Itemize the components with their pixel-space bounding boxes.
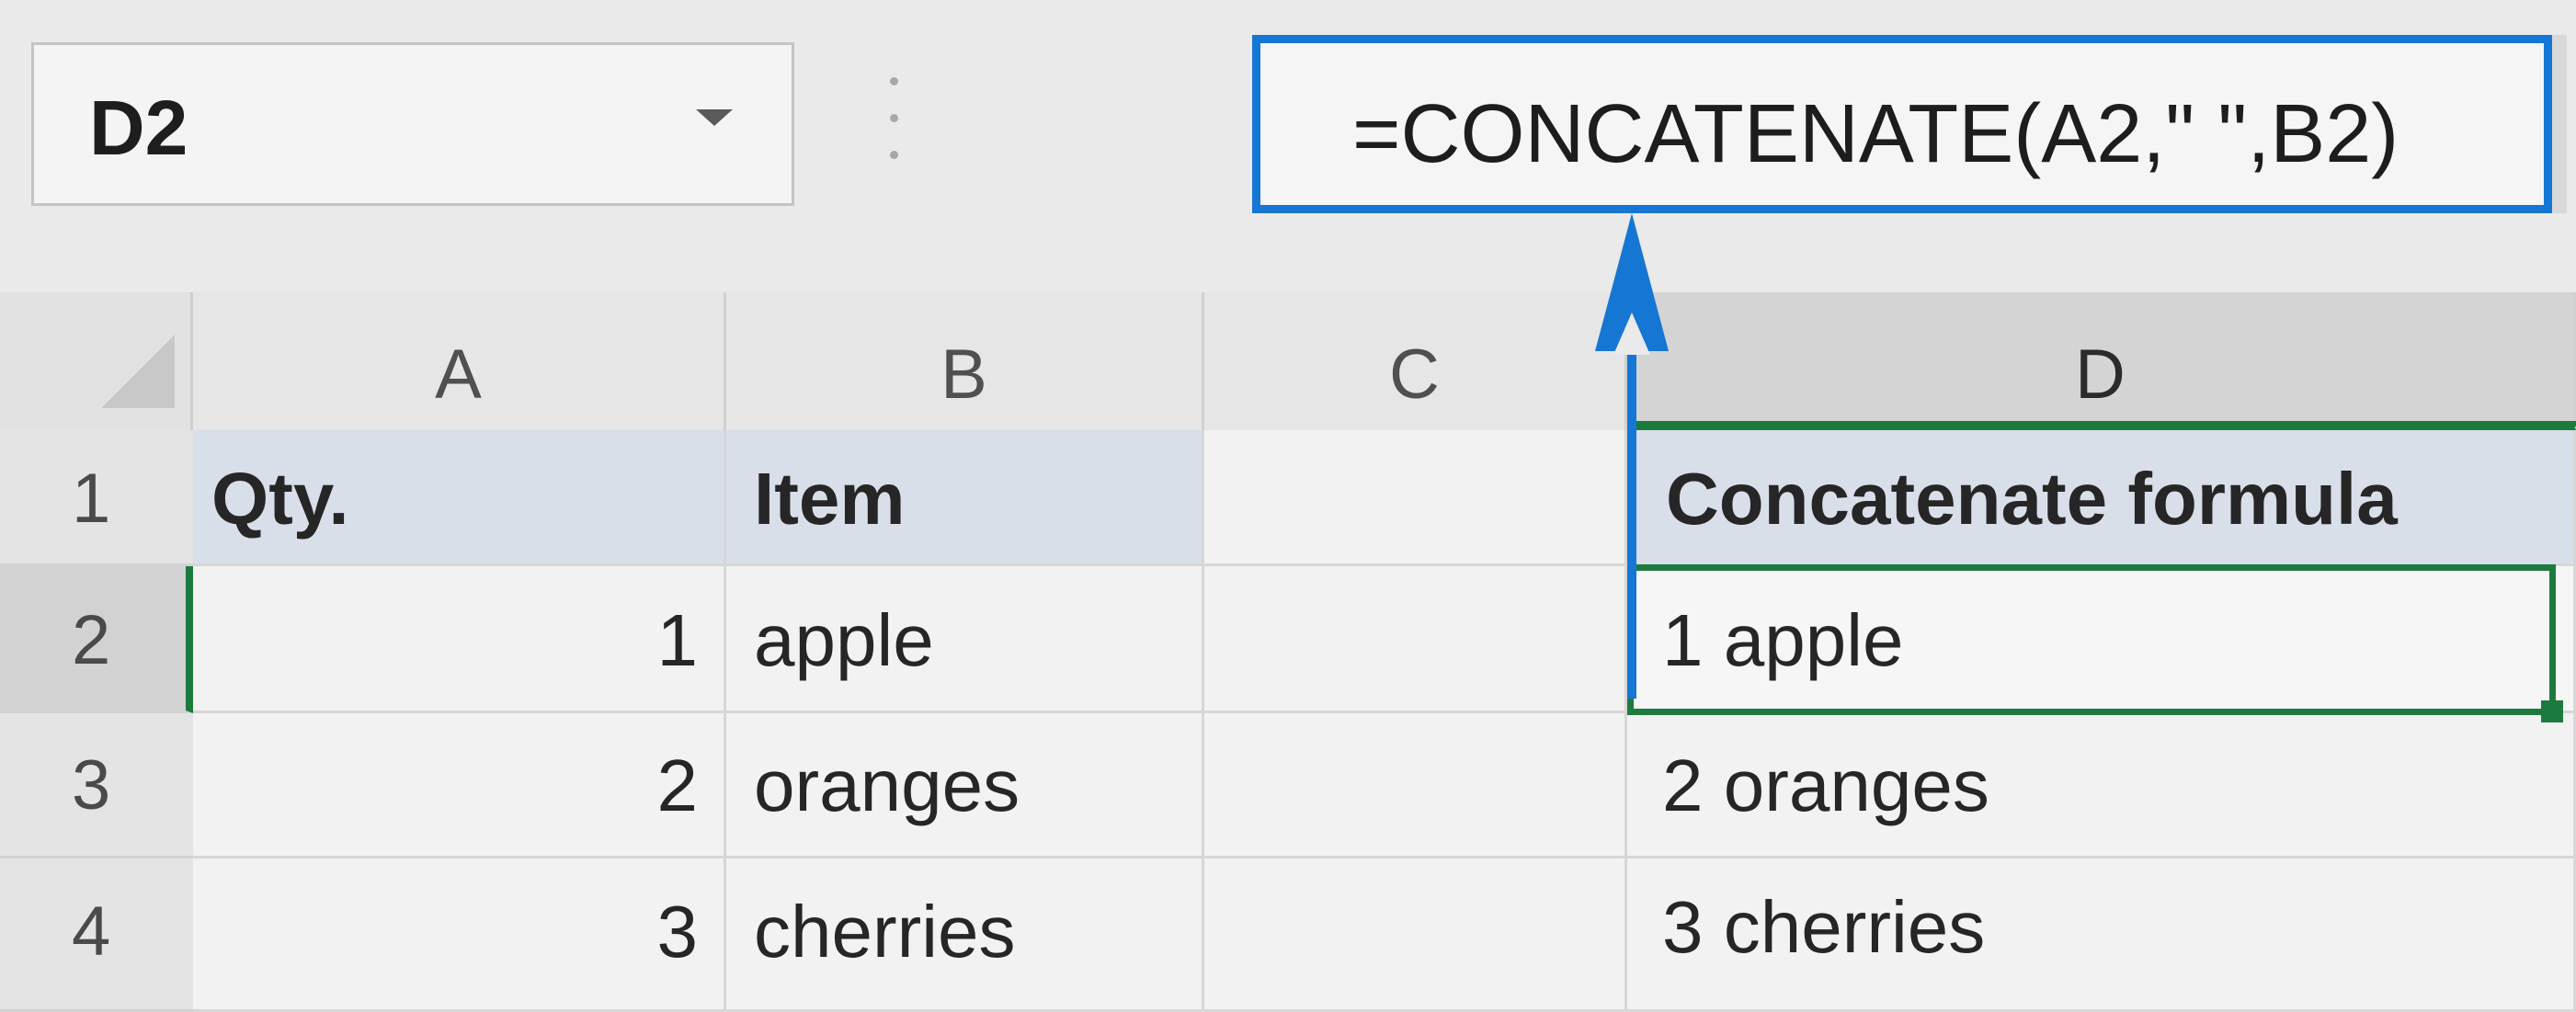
cell-a1[interactable]: Qty. xyxy=(193,430,726,566)
formula-bar-edge xyxy=(2552,35,2567,213)
cell-c3[interactable] xyxy=(1204,713,1627,858)
cell-b2[interactable]: apple xyxy=(726,566,1204,713)
cell-a4[interactable]: 3 xyxy=(193,858,726,1012)
cell-a2[interactable]: 1 xyxy=(193,566,726,713)
cell-d4[interactable]: 3 cherries xyxy=(1627,858,2576,1012)
name-box-value: D2 xyxy=(89,85,188,171)
column-header-c[interactable]: C xyxy=(1204,292,1627,430)
row-header-2[interactable]: 2 xyxy=(0,566,193,713)
column-header-b[interactable]: B xyxy=(726,292,1204,430)
formula-bar[interactable]: =CONCATENATE(A2," ",B2) xyxy=(1252,35,2552,213)
dot xyxy=(890,114,898,122)
column-header-a[interactable]: A xyxy=(193,292,726,430)
cell-d3[interactable]: 2 oranges xyxy=(1627,713,2576,858)
cell-b4[interactable]: cherries xyxy=(726,858,1204,1012)
cell-d2[interactable]: 1 apple xyxy=(1627,566,2576,713)
more-options-icon[interactable] xyxy=(890,77,899,165)
cell-b1[interactable]: Item xyxy=(726,430,1204,566)
fill-handle[interactable] xyxy=(2541,700,2563,722)
cell-c4[interactable] xyxy=(1204,858,1627,1012)
row-header-3[interactable]: 3 xyxy=(0,713,193,858)
cell-d1[interactable]: Concatenate formula xyxy=(1627,430,2576,566)
select-all-corner[interactable] xyxy=(0,292,193,430)
cell-c1[interactable] xyxy=(1204,430,1627,566)
column-header-d[interactable]: D xyxy=(1627,292,2576,430)
cell-b3[interactable]: oranges xyxy=(726,713,1204,858)
dot xyxy=(890,77,898,85)
row-header-1[interactable]: 1 xyxy=(0,430,193,566)
dot xyxy=(890,151,898,159)
cell-c2[interactable] xyxy=(1204,566,1627,713)
name-box[interactable]: D2 xyxy=(31,42,794,206)
chevron-down-icon[interactable] xyxy=(696,109,733,126)
select-all-icon xyxy=(101,335,175,408)
cell-a3[interactable]: 2 xyxy=(193,713,726,858)
formula-text: =CONCATENATE(A2," ",B2) xyxy=(1352,88,2399,180)
row-header-4[interactable]: 4 xyxy=(0,858,193,1012)
column-d-selection-line xyxy=(1627,421,2576,426)
arrow-notch xyxy=(1613,313,1650,355)
